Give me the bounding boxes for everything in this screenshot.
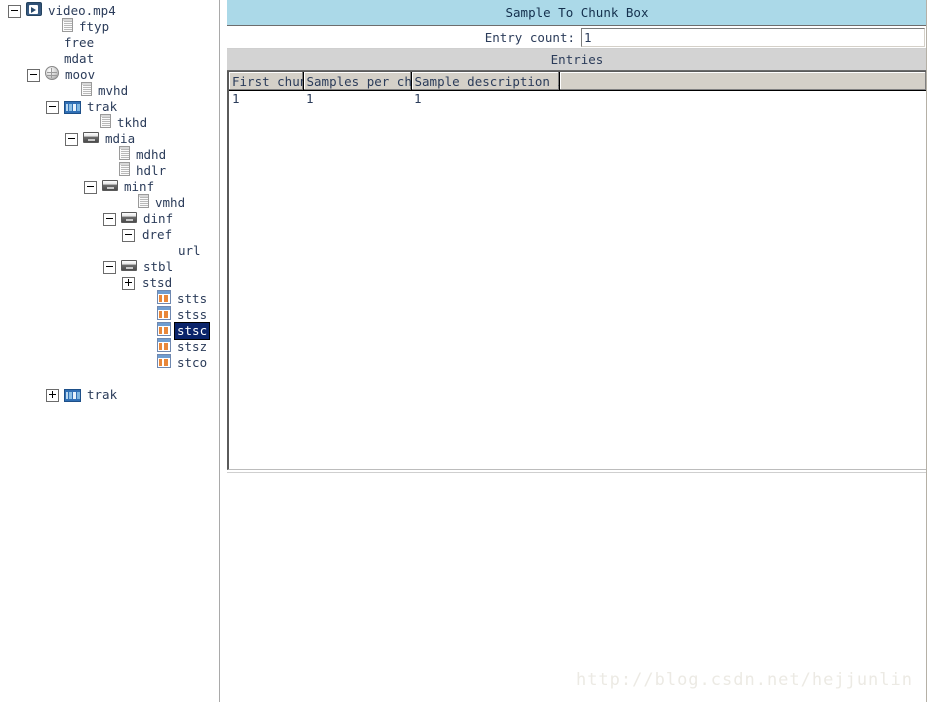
tree-item-label: dinf xyxy=(143,211,174,226)
table-column-filler[interactable] xyxy=(559,72,926,91)
entries-table[interactable]: First chunkSamples per chunkSample descr… xyxy=(229,72,926,108)
entries-table-body[interactable]: 111 xyxy=(229,90,926,108)
tree-item-stts[interactable]: stts xyxy=(0,290,219,307)
tree-toggle-video.mp4[interactable] xyxy=(8,4,21,18)
table-cell[interactable] xyxy=(559,90,926,108)
drawer-icon xyxy=(83,131,103,147)
box-detail-pane: Sample To Chunk Box Entry count: Entries… xyxy=(227,0,927,703)
table-column-header[interactable]: Sample description index xyxy=(411,72,560,91)
tree-item-hdlr[interactable]: hdlr xyxy=(0,162,219,180)
tree-item-label: dref xyxy=(142,227,173,242)
tree-item-free[interactable]: free xyxy=(0,35,219,51)
tree-item-stsd[interactable]: stsd xyxy=(0,275,219,291)
tree-item-vmhd[interactable]: vmhd xyxy=(0,194,219,212)
watermark-text: http://blog.csdn.net/hejjunlin xyxy=(575,670,913,690)
tree-item-label: ftyp xyxy=(79,19,110,34)
entries-section-label: Entries xyxy=(550,52,604,67)
tree-toggle-dref[interactable] xyxy=(122,228,135,242)
atom-tree-panel[interactable]: video.mp4 ftyp free mdat moov mvhd trak tkhd mdi… xyxy=(0,0,220,702)
tree-item-label: stsc xyxy=(173,322,211,340)
table-cell[interactable]: 1 xyxy=(229,90,303,108)
entry-count-input[interactable] xyxy=(581,27,925,47)
lower-blank-area xyxy=(227,472,927,703)
document-icon xyxy=(119,162,134,180)
tree-item-label: stco xyxy=(177,355,208,370)
table-column-header[interactable]: First chunk xyxy=(229,72,304,91)
tree-item-mvhd[interactable]: mvhd xyxy=(0,82,219,100)
tree-item-label: hdlr xyxy=(136,163,167,178)
tree-item-video.mp4[interactable]: video.mp4 xyxy=(0,2,219,20)
tree-item-label: stts xyxy=(177,291,208,306)
tree-item-dref[interactable]: dref xyxy=(0,227,219,243)
table-column-header[interactable]: Samples per chunk xyxy=(303,72,412,91)
document-icon xyxy=(100,114,115,132)
tree-item-trak[interactable]: trak xyxy=(0,99,219,115)
table-cell[interactable]: 1 xyxy=(303,90,411,108)
tree-item-stbl[interactable]: stbl xyxy=(0,259,219,275)
tree-item-dinf[interactable]: dinf xyxy=(0,211,219,227)
tree-item-label: mdhd xyxy=(136,147,167,162)
tree-item-minf[interactable]: minf xyxy=(0,179,219,195)
entries-section-header: Entries xyxy=(227,49,927,71)
tree-item-ftyp[interactable]: ftyp xyxy=(0,18,219,36)
tree-toggle-stsd[interactable] xyxy=(122,276,135,290)
tree-item-mdat[interactable]: mdat xyxy=(0,51,219,67)
tree-item-label: tkhd xyxy=(117,115,148,130)
film-icon xyxy=(64,100,85,114)
tree-item-label: url xyxy=(178,243,201,258)
tree-item-trak[interactable]: trak xyxy=(0,387,219,403)
atom-tree[interactable]: video.mp4 ftyp free mdat moov mvhd trak tkhd mdi… xyxy=(0,0,219,403)
tree-item-label: stss xyxy=(177,307,208,322)
table-cell[interactable]: 1 xyxy=(411,90,559,108)
globe-icon xyxy=(45,66,63,84)
drawer-icon xyxy=(121,259,141,275)
tree-item-mdhd[interactable]: mdhd xyxy=(0,146,219,163)
tree-item-label: mvhd xyxy=(98,83,129,98)
tree-item-label: stbl xyxy=(143,259,174,274)
box-title-bar: Sample To Chunk Box xyxy=(227,0,927,26)
document-icon xyxy=(138,194,153,212)
movie-icon xyxy=(26,2,46,20)
tree-toggle-minf[interactable] xyxy=(84,180,97,194)
tree-item-label: stsz xyxy=(177,339,208,354)
tree-item-stsc[interactable]: stsc xyxy=(0,322,219,340)
drawer-icon xyxy=(121,211,141,227)
tree-item-mdia[interactable]: mdia xyxy=(0,131,219,147)
tree-item-stsz[interactable]: stsz xyxy=(0,338,219,355)
tree-item-stss[interactable]: stss xyxy=(0,306,219,323)
document-icon xyxy=(62,18,77,36)
tree-toggle-trak[interactable] xyxy=(46,100,59,114)
entries-table-container[interactable]: First chunkSamples per chunkSample descr… xyxy=(227,71,927,470)
tree-item-label: minf xyxy=(124,179,155,194)
tree-item-stco[interactable]: stco xyxy=(0,354,219,372)
entry-count-label: Entry count: xyxy=(484,29,575,45)
tree-item-label: mdat xyxy=(64,51,95,66)
table-icon xyxy=(157,354,175,372)
table-row[interactable]: 111 xyxy=(229,90,926,108)
tree-item-label: trak xyxy=(87,387,118,402)
tree-item-label: vmhd xyxy=(155,195,186,210)
tree-toggle-dinf[interactable] xyxy=(103,212,116,226)
tree-item-url[interactable]: url xyxy=(0,243,219,259)
box-title-text: Sample To Chunk Box xyxy=(505,5,649,20)
table-header-row: First chunkSamples per chunkSample descr… xyxy=(229,72,926,91)
tree-item-label: moov xyxy=(65,67,96,82)
film-icon xyxy=(64,388,85,402)
tree-item-label: stsd xyxy=(142,275,173,290)
tree-item-moov[interactable]: moov xyxy=(0,66,219,84)
tree-toggle-moov[interactable] xyxy=(27,68,40,82)
tree-toggle-mdia[interactable] xyxy=(65,132,78,146)
document-icon xyxy=(81,82,96,100)
tree-item-label: video.mp4 xyxy=(48,3,116,18)
tree-item-label: trak xyxy=(87,99,118,114)
tree-toggle-stbl[interactable] xyxy=(103,260,116,274)
tree-item-tkhd[interactable]: tkhd xyxy=(0,114,219,132)
tree-item-label: free xyxy=(64,35,95,50)
tree-item-label: mdia xyxy=(105,131,136,146)
entry-count-row: Entry count: xyxy=(227,26,927,49)
tree-toggle-trak[interactable] xyxy=(46,388,59,402)
entries-table-head: First chunkSamples per chunkSample descr… xyxy=(229,72,926,91)
drawer-icon xyxy=(102,179,122,195)
